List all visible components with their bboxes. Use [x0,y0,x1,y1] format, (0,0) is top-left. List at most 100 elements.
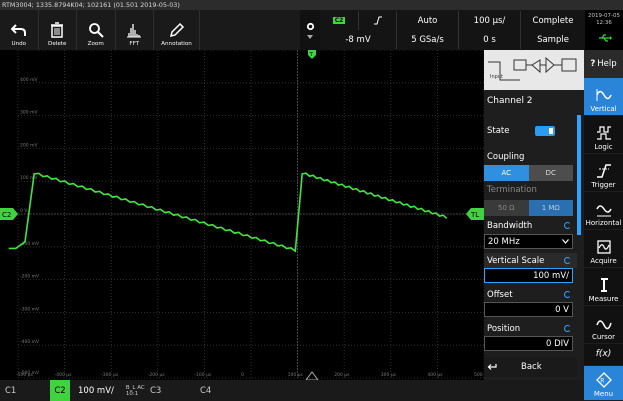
pencil-icon [169,22,184,38]
settings-button[interactable] [300,10,320,50]
coupling-dc-option[interactable]: DC [528,165,573,181]
channel-4-button[interactable]: C4 [200,380,211,401]
channel-2-coupling-info: B_L AC 10:1 [126,385,145,397]
acquire-menu-button[interactable]: Acquire [584,230,623,268]
trigger-panel: C2 Auto 100 µs/ Complete -8 mV 5 GSa/s 0… [320,10,585,50]
annotation-button[interactable]: Annotation [154,10,200,50]
bandwidth-dropdown[interactable]: 20 MHz [484,234,573,249]
trigger-position-marker[interactable]: T [308,50,316,59]
coupling-label: Coupling [487,152,525,162]
vertical-scale-row: Vertical Scale [484,253,577,268]
horizontal-menu-button[interactable]: Horizontal [584,192,623,230]
zoom-label: Zoom [87,41,104,47]
measure-icon [600,278,608,292]
termination-50-option[interactable]: 50 Ω [484,200,529,216]
fft-label: FFT [129,41,140,47]
offset-reset-icon[interactable] [564,291,571,298]
horizontal-position[interactable]: 0 s [458,30,520,49]
cursor-menu-button[interactable]: Cursor [584,306,623,344]
channel-2-button[interactable]: C2 100 mV/ B_L AC 10:1 [50,380,145,401]
panel-scrollbar[interactable] [577,115,581,235]
title-bar: RTM3004; 1335.8794K04; 102161 (01.501 20… [0,0,623,10]
delete-button[interactable]: Delete [39,10,77,50]
cursor-wave-icon [595,320,612,330]
back-button[interactable]: Back [484,357,577,377]
help-label: Help [597,59,617,69]
trigger-slope[interactable] [358,11,396,30]
x-axis-label: 500 µs [474,372,484,378]
panel-channel-title: Channel 2 [487,96,533,106]
trigger-level-marker[interactable]: TL [466,208,484,220]
y-axis-label: -200 mV [20,274,40,280]
zoom-button[interactable]: Zoom [77,10,116,50]
acquisition-state[interactable]: Complete [520,11,585,30]
rohde-schwarz-logo-icon: R [595,372,612,388]
trigger-mode[interactable]: Auto [396,11,458,30]
y-axis-label: 300 mV [20,110,38,116]
waveform-trace [8,172,448,253]
bandwidth-row: Bandwidth [484,218,577,233]
vertical-scale-field[interactable]: 100 mV/ [484,268,573,283]
svg-text:TL: TL [470,211,479,219]
waveform-display[interactable]: 400 mV 300 mV 200 mV 100 mV 0 V -100 mV -200 m… [0,50,484,380]
x-axis-label: 300 µs [381,372,397,378]
vertical-side-panel: Input Channel 2 State Coupling AC DC Ter… [484,50,584,380]
y-axis-label: 100 mV [20,175,38,181]
trigger-source[interactable]: C2 [320,11,358,30]
trigger-menu-button[interactable]: Trigger [584,154,623,192]
menu-label: Menu [593,390,614,398]
trigger-bottom-marker [305,371,319,380]
channel-bar: C1 C2 100 mV/ B_L AC 10:1 C3 C4 [0,380,584,401]
offset-field[interactable]: 0 V [484,302,573,317]
svg-text:R: R [600,378,604,385]
acquire-icon [596,240,611,254]
x-axis-label: -300 µs [101,372,119,378]
trash-icon [51,22,64,38]
svg-text:C2: C2 [2,211,11,219]
help-icon: ? [590,59,596,69]
back-label: Back [521,362,542,372]
sample-rate[interactable]: 5 GSa/s [396,30,458,49]
channel-1-button[interactable]: C1 [5,380,16,401]
help-button[interactable]: ? Help [584,50,623,78]
termination-selector: 50 Ω 1 MΩ [484,200,573,216]
chevron-down-icon [562,239,569,244]
vertical-scale-reset-icon[interactable] [564,257,571,264]
y-axis-label: 200 mV [20,142,38,148]
clock-time: 12:36 [596,19,612,26]
math-menu-button[interactable]: f(x) [584,344,623,366]
coupling-ac-option[interactable]: AC [484,165,529,181]
magnifier-icon [88,23,104,38]
trigger-channel-badge: C2 [332,17,346,24]
x-axis-label: -500 µs [16,372,34,378]
acquisition-mode[interactable]: Sample [520,30,585,49]
logic-menu-button[interactable]: Logic [584,116,623,154]
diagram-input-label: Input [490,74,503,80]
spectrum-icon [127,24,142,38]
delete-label: Delete [48,41,67,47]
channel-2-marker[interactable]: C2 [0,208,18,220]
main-menu-button[interactable]: R Menu [584,366,623,401]
measure-menu-button[interactable]: Measure [584,268,623,306]
fft-button[interactable]: FFT [116,10,154,50]
vertical-menu-button[interactable]: Vertical [584,78,623,116]
state-toggle[interactable] [535,126,555,136]
position-field[interactable]: 0 DIV [484,336,573,351]
waveform-grid: 400 mV300 mV200 mV100 mV0 V-100 mV-200 m… [0,50,484,380]
x-axis-label: 400 µs [427,372,443,378]
y-axis-label: 0 V [20,208,28,214]
offset-label: Offset [487,289,513,300]
horizontal-wave-icon [595,205,612,217]
trigger-level[interactable]: -8 mV [320,30,396,49]
timebase[interactable]: 100 µs/ [458,11,520,30]
x-axis-label: 0 [241,372,244,378]
gear-icon [306,22,314,30]
channel-3-button[interactable]: C3 [150,380,161,401]
bandwidth-value: 20 MHz [488,236,520,247]
channel-block-diagram: Input [484,50,584,90]
logic-icon [596,126,611,140]
bandwidth-reset-icon[interactable] [564,222,571,229]
position-reset-icon[interactable] [564,325,571,332]
termination-1m-option[interactable]: 1 MΩ [528,200,573,216]
undo-button[interactable]: Undo [0,10,39,50]
